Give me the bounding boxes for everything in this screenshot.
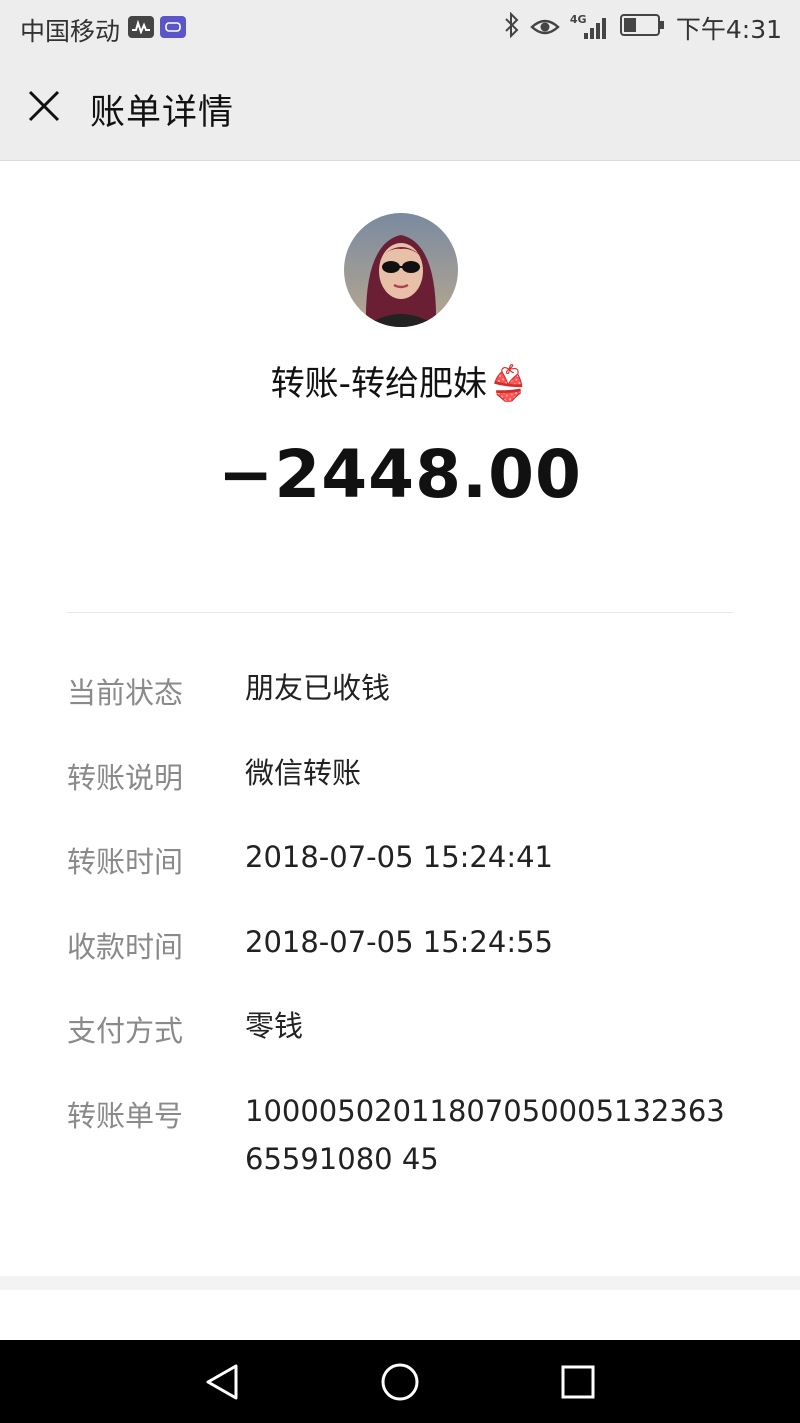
close-button[interactable] [22,84,66,128]
carrier-name: 中国移动 [20,17,121,46]
back-button[interactable] [200,1360,244,1404]
avatar[interactable] [344,213,458,327]
detail-value: 2018-07-05 15:24:55 [245,925,553,959]
status-bar: 中国移动 4G 下午4:31 [0,0,800,56]
home-button[interactable] [378,1360,422,1404]
detail-value: 朋友已收钱 [245,671,391,705]
header-bar: 账单详情 [0,56,800,161]
transfer-amount: −2448.00 [218,436,582,513]
activity-icon [128,16,154,38]
back-triangle-icon [206,1364,238,1400]
bluetooth-icon [504,11,520,44]
navigation-bar [0,1340,800,1423]
signal-icon: 4G [570,13,610,41]
recents-button[interactable] [556,1360,600,1404]
divider [67,612,733,613]
detail-label: 转账时间 [67,845,184,879]
clock: 下午4:31 [675,15,782,44]
detail-label: 支付方式 [67,1014,184,1048]
detail-label: 转账单号 [67,1099,184,1133]
detail-label: 收款时间 [67,930,184,964]
detail-label: 当前状态 [67,676,184,710]
detail-label: 转账说明 [67,761,184,795]
transfer-title: 转账-转给肥妹👙 [270,364,530,404]
app-notification-icon [160,16,186,38]
close-icon [28,90,60,122]
section-separator [0,1276,800,1290]
detail-value: 微信转账 [245,756,362,790]
detail-value: 零钱 [245,1009,304,1043]
detail-value: 2018-07-05 15:24:41 [245,840,553,874]
page-title: 账单详情 [90,93,235,133]
home-circle-icon [381,1363,419,1401]
recents-square-icon [561,1365,595,1399]
battery-icon [619,13,666,43]
detail-value: 1000050201180705000513236365591080 45 [245,1094,725,1176]
eye-comfort-icon [530,14,560,43]
